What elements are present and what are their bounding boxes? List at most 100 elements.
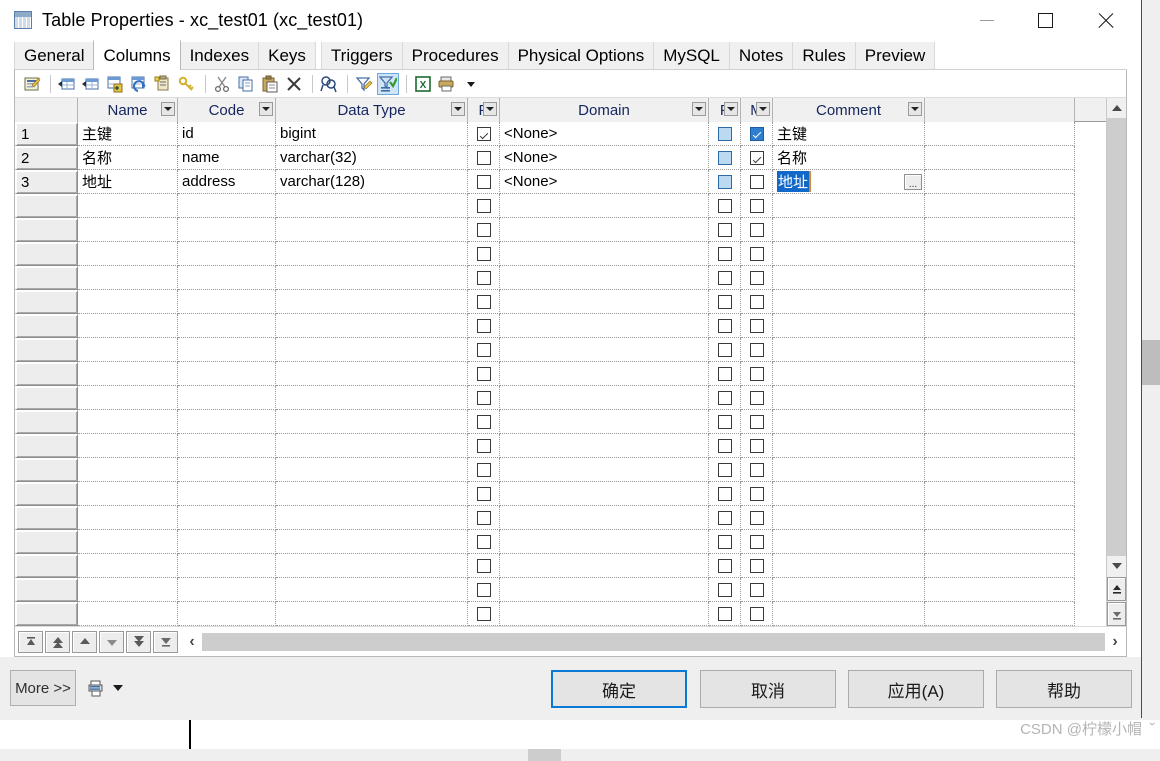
cell-f[interactable] bbox=[709, 338, 741, 362]
cell-spare[interactable] bbox=[925, 314, 1075, 338]
cell-f[interactable] bbox=[709, 146, 741, 170]
cell-m[interactable] bbox=[741, 602, 773, 626]
grid-body[interactable]: 1 主键 id bigint <None> 主键 2 名称 name varchar(32) <No… bbox=[15, 122, 1106, 626]
cell-code[interactable] bbox=[178, 194, 276, 218]
cell-code[interactable] bbox=[178, 602, 276, 626]
row-checkbox[interactable] bbox=[717, 582, 732, 597]
cell-datatype[interactable] bbox=[276, 458, 468, 482]
cell-p[interactable] bbox=[468, 578, 500, 602]
cell-domain[interactable] bbox=[500, 290, 709, 314]
go-last-button[interactable] bbox=[153, 630, 178, 653]
scroll-to-top-button[interactable] bbox=[1107, 577, 1126, 601]
row-checkbox[interactable] bbox=[749, 390, 764, 405]
find-icon[interactable] bbox=[318, 73, 340, 95]
table-row-empty[interactable] bbox=[15, 458, 1106, 482]
cell-code[interactable] bbox=[178, 386, 276, 410]
column-filter-dropdown[interactable] bbox=[756, 102, 770, 116]
cell-spare[interactable] bbox=[925, 146, 1075, 170]
cell-code[interactable] bbox=[178, 362, 276, 386]
column-filter-dropdown[interactable] bbox=[724, 102, 738, 116]
minimize-button[interactable] bbox=[963, 0, 1011, 40]
cell-comment[interactable] bbox=[773, 602, 925, 626]
cell-f[interactable] bbox=[709, 602, 741, 626]
cell-spare[interactable] bbox=[925, 554, 1075, 578]
cell-name[interactable] bbox=[78, 434, 178, 458]
copy-icon[interactable] bbox=[235, 73, 257, 95]
cell-name[interactable]: 名称 bbox=[78, 146, 178, 170]
row-checkbox[interactable] bbox=[749, 366, 764, 381]
cell-p[interactable] bbox=[468, 386, 500, 410]
grid-header-name[interactable]: Name bbox=[78, 98, 178, 122]
row-checkbox[interactable] bbox=[749, 246, 764, 261]
cell-name[interactable] bbox=[78, 314, 178, 338]
row-checkbox[interactable] bbox=[717, 294, 732, 309]
cell-datatype[interactable] bbox=[276, 194, 468, 218]
cell-domain[interactable] bbox=[500, 410, 709, 434]
cell-rownum[interactable] bbox=[15, 290, 78, 314]
cell-f[interactable] bbox=[709, 458, 741, 482]
table-row-empty[interactable] bbox=[15, 386, 1106, 410]
cell-p[interactable] bbox=[468, 290, 500, 314]
tab-indexes[interactable]: Indexes bbox=[179, 42, 260, 70]
grid-header-comment[interactable]: Comment bbox=[773, 98, 925, 122]
cell-name[interactable] bbox=[78, 194, 178, 218]
cell-domain[interactable] bbox=[500, 218, 709, 242]
row-checkbox[interactable] bbox=[749, 534, 764, 549]
row-checkbox[interactable] bbox=[476, 486, 491, 501]
cell-p[interactable] bbox=[468, 554, 500, 578]
cell-f[interactable] bbox=[709, 170, 741, 194]
table-row-empty[interactable] bbox=[15, 362, 1106, 386]
grid-horizontal-scrollbar[interactable]: ‹ › bbox=[184, 630, 1123, 653]
apply-button[interactable]: 应用(A) bbox=[848, 670, 984, 708]
insert-row-icon[interactable] bbox=[56, 73, 78, 95]
cell-p[interactable] bbox=[468, 146, 500, 170]
hscroll-right-button[interactable]: › bbox=[1107, 630, 1123, 653]
cell-spare[interactable] bbox=[925, 266, 1075, 290]
row-checkbox[interactable] bbox=[717, 366, 732, 381]
row-checkbox[interactable] bbox=[717, 270, 732, 285]
cell-m[interactable] bbox=[741, 338, 773, 362]
cell-m[interactable] bbox=[741, 434, 773, 458]
cell-f[interactable] bbox=[709, 362, 741, 386]
grid-header-rownum[interactable] bbox=[15, 98, 78, 122]
cell-spare[interactable] bbox=[925, 170, 1075, 194]
cell-comment[interactable] bbox=[773, 458, 925, 482]
cell-p[interactable] bbox=[468, 482, 500, 506]
row-checkbox[interactable] bbox=[717, 342, 732, 357]
grid-header-code[interactable]: Code bbox=[178, 98, 276, 122]
row-checkbox[interactable] bbox=[476, 510, 491, 525]
cell-p[interactable] bbox=[468, 170, 500, 194]
cell-rownum[interactable] bbox=[15, 506, 78, 530]
table-row[interactable]: 2 名称 name varchar(32) <None> 名称 bbox=[15, 146, 1106, 170]
cell-domain[interactable] bbox=[500, 602, 709, 626]
cell-name[interactable]: 地址 bbox=[78, 170, 178, 194]
cell-p[interactable] bbox=[468, 506, 500, 530]
row-checkbox[interactable] bbox=[749, 486, 764, 501]
cell-rownum[interactable] bbox=[15, 554, 78, 578]
table-row-empty[interactable] bbox=[15, 314, 1106, 338]
cell-datatype[interactable] bbox=[276, 218, 468, 242]
column-filter-dropdown[interactable] bbox=[451, 102, 465, 116]
cell-comment[interactable] bbox=[773, 266, 925, 290]
cell-spare[interactable] bbox=[925, 482, 1075, 506]
tab-rules[interactable]: Rules bbox=[792, 42, 856, 70]
table-row-empty[interactable] bbox=[15, 506, 1106, 530]
cell-name[interactable] bbox=[78, 338, 178, 362]
row-checkbox[interactable] bbox=[476, 198, 491, 213]
row-checkbox[interactable] bbox=[476, 318, 491, 333]
row-checkbox[interactable] bbox=[749, 294, 764, 309]
cell-domain[interactable] bbox=[500, 386, 709, 410]
edit-filter-icon[interactable] bbox=[353, 73, 375, 95]
maximize-button[interactable] bbox=[1021, 0, 1069, 40]
cell-datatype[interactable] bbox=[276, 386, 468, 410]
cell-domain[interactable] bbox=[500, 554, 709, 578]
help-button[interactable]: 帮助 bbox=[996, 670, 1132, 708]
cell-domain[interactable] bbox=[500, 458, 709, 482]
cell-rownum[interactable] bbox=[15, 458, 78, 482]
table-row-empty[interactable] bbox=[15, 266, 1106, 290]
row-checkbox[interactable] bbox=[717, 198, 732, 213]
cell-datatype[interactable] bbox=[276, 482, 468, 506]
row-checkbox[interactable] bbox=[717, 558, 732, 573]
cell-code[interactable] bbox=[178, 482, 276, 506]
cell-domain[interactable] bbox=[500, 338, 709, 362]
